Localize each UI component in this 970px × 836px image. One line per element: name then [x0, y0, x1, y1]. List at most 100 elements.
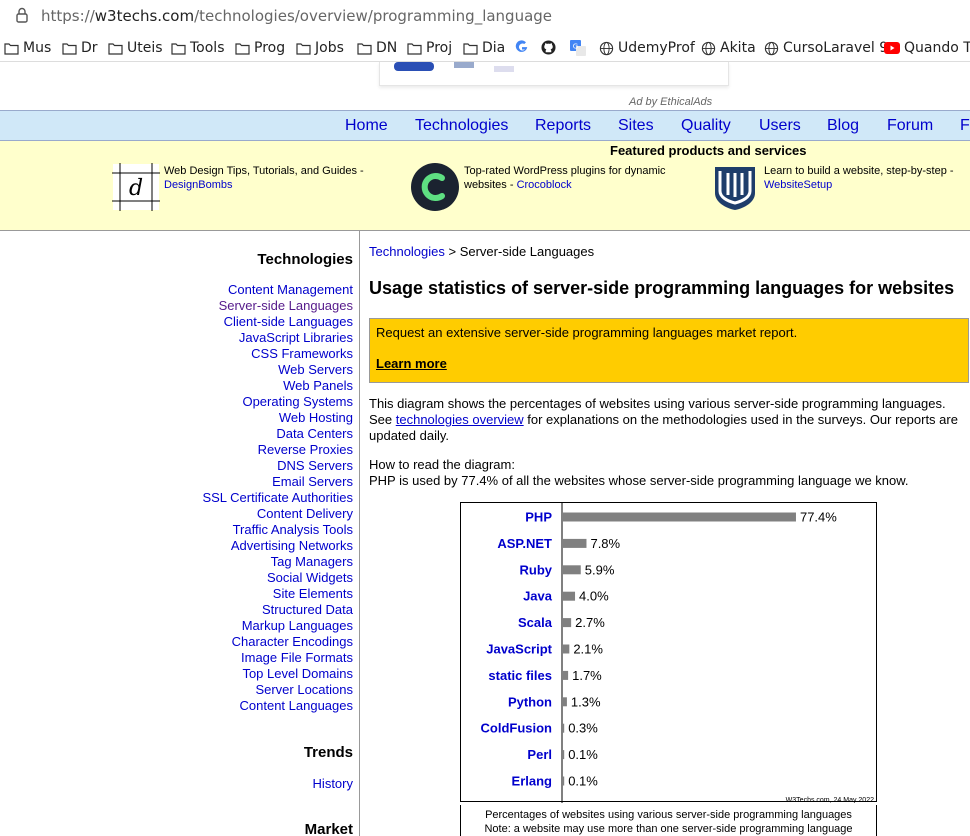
ad-image	[394, 62, 514, 72]
bookmark-item[interactable]: Mus	[4, 40, 51, 56]
sidebar-trends-list: History	[313, 776, 353, 792]
bookmark-item[interactable]	[515, 40, 529, 54]
folder-icon	[108, 42, 123, 55]
sidebar-item[interactable]: Top Level Domains	[202, 666, 353, 682]
folder-icon	[407, 42, 422, 55]
designbombs-link[interactable]: DesignBombs	[164, 179, 232, 191]
bookmark-label: UdemyProf	[618, 40, 695, 56]
bookmark-item[interactable]: G	[570, 40, 586, 56]
chart-bar	[563, 670, 569, 680]
bookmark-item[interactable]: Tools	[171, 40, 225, 56]
bookmark-item[interactable]: Jobs	[296, 40, 344, 56]
sidebar-item[interactable]: Character Encodings	[202, 634, 353, 650]
bookmark-item[interactable]: UdemyProf	[599, 40, 695, 56]
sidebar-item[interactable]: Data Centers	[202, 426, 353, 442]
bookmark-label: Proj	[426, 40, 453, 56]
folder-icon	[357, 42, 372, 55]
breadcrumb: Technologies > Server-side Languages	[369, 244, 595, 259]
github-icon	[541, 40, 556, 55]
sidebar-item[interactable]: JavaScript Libraries	[202, 330, 353, 346]
chart-caption: Percentages of websites using various se…	[460, 805, 877, 836]
websitesetup-link[interactable]: WebsiteSetup	[764, 179, 832, 191]
chart-category-label[interactable]: ColdFusion	[481, 721, 553, 736]
sidebar-item[interactable]: Server-side Languages	[202, 298, 353, 314]
sidebar-item-history[interactable]: History	[313, 776, 353, 792]
bookmark-item[interactable]	[541, 40, 556, 55]
sidebar-item[interactable]: CSS Frameworks	[202, 346, 353, 362]
sidebar-item[interactable]: Server Locations	[202, 682, 353, 698]
chart-category-label[interactable]: static files	[488, 668, 552, 683]
sidebar-item[interactable]: Tag Managers	[202, 554, 353, 570]
nav-home[interactable]: Home	[345, 117, 388, 135]
sidebar-technology-list: Content Management Server-side Languages C…	[202, 282, 353, 714]
nav-users[interactable]: Users	[759, 117, 801, 135]
sidebar-item[interactable]: Structured Data	[202, 602, 353, 618]
chart-category-label[interactable]: Ruby	[520, 562, 553, 577]
ad-attribution[interactable]: Ad by EthicalAds	[629, 96, 712, 108]
featured-item-3: Learn to build a website, step-by-step -…	[764, 165, 954, 191]
bookmark-item[interactable]: Dia	[463, 40, 505, 56]
chart-category-label[interactable]: Java	[523, 589, 553, 604]
sidebar-item[interactable]: Reverse Proxies	[202, 442, 353, 458]
sidebar-item[interactable]: Advertising Networks	[202, 538, 353, 554]
url-text[interactable]: https://w3techs.com/technologies/overvie…	[41, 7, 552, 25]
ad-banner[interactable]	[379, 62, 729, 86]
sidebar-item[interactable]: DNS Servers	[202, 458, 353, 474]
bookmark-label: Dia	[482, 40, 506, 56]
bookmark-item[interactable]: Akita	[701, 40, 756, 56]
chart-value-label: 0.1%	[568, 747, 598, 762]
sidebar-item[interactable]: SSL Certificate Authorities	[202, 490, 353, 506]
chart-category-label[interactable]: PHP	[525, 510, 552, 525]
bookmark-item[interactable]: Quando Tu	[884, 40, 970, 56]
crocoblock-logo[interactable]	[411, 163, 459, 211]
chart-value-label: 1.3%	[571, 694, 601, 709]
chart-value-label: 77.4%	[800, 510, 837, 525]
nav-reports[interactable]: Reports	[535, 117, 591, 135]
sidebar-item[interactable]: Site Elements	[202, 586, 353, 602]
sidebar-item[interactable]: Web Servers	[202, 362, 353, 378]
usage-chart: PHP 77.4% ASP.NET 7.8% Ruby 5.9% Java 4.0% Scala…	[460, 502, 877, 803]
chart-category-label[interactable]: JavaScript	[486, 642, 552, 657]
bookmark-item[interactable]: Prog	[235, 40, 285, 56]
bookmark-item[interactable]: Uteis	[108, 40, 163, 56]
chart-bar	[563, 565, 581, 575]
nav-quality[interactable]: Quality	[681, 117, 731, 135]
chart-bar	[563, 618, 572, 628]
nav-blog[interactable]: Blog	[827, 117, 859, 135]
chart-category-label[interactable]: Python	[508, 694, 552, 709]
breadcrumb-technologies[interactable]: Technologies	[369, 244, 445, 259]
designbombs-logo[interactable]: d	[112, 163, 160, 211]
chart-value-label: 5.9%	[585, 562, 615, 577]
bookmark-item[interactable]: DN	[357, 40, 397, 56]
nav-more[interactable]: F	[960, 117, 970, 135]
learn-more-link[interactable]: Learn more	[376, 356, 962, 371]
folder-icon	[4, 42, 19, 55]
sidebar-item[interactable]: Social Widgets	[202, 570, 353, 586]
chart-category-label[interactable]: Scala	[518, 615, 553, 630]
websitesetup-logo[interactable]	[711, 163, 759, 211]
sidebar-item[interactable]: Content Management	[202, 282, 353, 298]
sidebar-item[interactable]: Web Hosting	[202, 410, 353, 426]
chart-category-label[interactable]: Perl	[527, 747, 552, 762]
sidebar-item[interactable]: Traffic Analysis Tools	[202, 522, 353, 538]
bookmark-item[interactable]: CursoLaravel 9	[764, 40, 888, 56]
sidebar-item[interactable]: Image File Formats	[202, 650, 353, 666]
nav-technologies[interactable]: Technologies	[415, 117, 508, 135]
nav-forum[interactable]: Forum	[887, 117, 933, 135]
sidebar-item[interactable]: Client-side Languages	[202, 314, 353, 330]
nav-sites[interactable]: Sites	[618, 117, 654, 135]
bookmark-item[interactable]: Dr	[62, 40, 98, 56]
sidebar-item[interactable]: Web Panels	[202, 378, 353, 394]
chart-category-label[interactable]: ASP.NET	[497, 536, 552, 551]
sidebar-item[interactable]: Markup Languages	[202, 618, 353, 634]
sidebar-item[interactable]: Content Delivery	[202, 506, 353, 522]
sidebar-item[interactable]: Operating Systems	[202, 394, 353, 410]
sidebar-item[interactable]: Email Servers	[202, 474, 353, 490]
chart-category-label[interactable]: Erlang	[512, 774, 553, 789]
bookmark-item[interactable]: Proj	[407, 40, 452, 56]
crocoblock-link[interactable]: Crocoblock	[517, 179, 572, 191]
chart-bar	[563, 776, 565, 786]
sidebar-item[interactable]: Content Languages	[202, 698, 353, 714]
url-bar[interactable]: https://w3techs.com/technologies/overvie…	[0, 0, 970, 32]
technologies-overview-link[interactable]: technologies overview	[396, 412, 524, 427]
